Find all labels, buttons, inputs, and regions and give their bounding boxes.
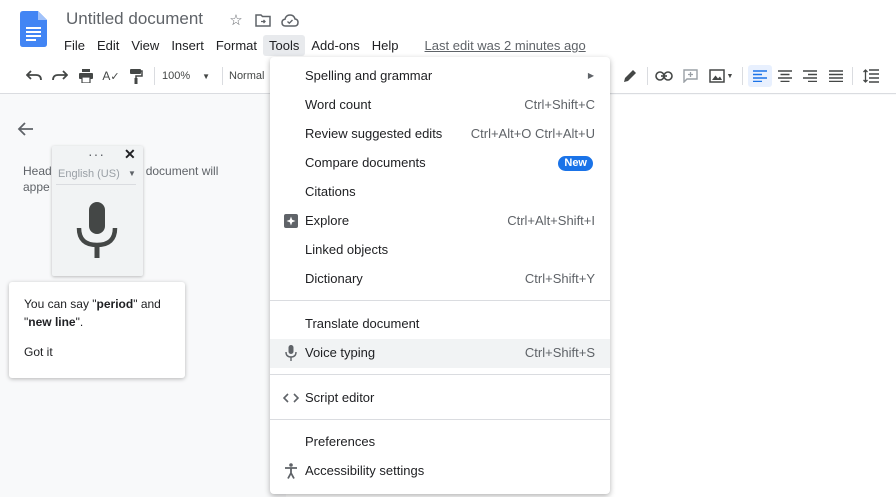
menu-item-label: Script editor (305, 390, 375, 405)
align-right-icon[interactable] (800, 66, 820, 86)
menu-item-label: Compare documents (305, 155, 426, 170)
microphone-icon (282, 344, 300, 362)
align-center-icon[interactable] (775, 66, 795, 86)
toolbar-divider (647, 67, 648, 85)
menu-item-spelling-grammar[interactable]: Spelling and grammar ▶ (270, 62, 610, 91)
new-badge: New (558, 156, 593, 171)
toolbar-divider (222, 67, 223, 85)
got-it-button[interactable]: Got it (24, 345, 53, 359)
menu-item-preferences[interactable]: Preferences (270, 428, 610, 457)
menu-item-label: Dictionary (305, 271, 363, 286)
image-icon[interactable]: ▼ (706, 66, 736, 86)
menu-item-voice-typing[interactable]: Voice typing Ctrl+Shift+S (270, 339, 610, 368)
menu-help[interactable]: Help (366, 35, 405, 56)
menu-item-label: Translate document (305, 316, 420, 331)
move-folder-icon[interactable] (253, 10, 273, 30)
menu-item-label: Linked objects (305, 242, 389, 257)
menu-item-dictionary[interactable]: Dictionary Ctrl+Shift+Y (270, 265, 610, 294)
zoom-select[interactable]: 100% ▼ (162, 66, 216, 86)
menu-item-label: Word count (305, 97, 372, 112)
menu-insert[interactable]: Insert (165, 35, 210, 56)
style-select[interactable]: Normal (229, 66, 269, 86)
document-title[interactable]: Untitled document (66, 9, 203, 29)
toolbar-divider (852, 67, 853, 85)
toolbar-divider (154, 67, 155, 85)
menu-item-script-editor[interactable]: Script editor (270, 384, 610, 413)
undo-icon[interactable] (24, 66, 44, 86)
menu-item-shortcut: Ctrl+Shift+C (524, 97, 595, 112)
submenu-arrow-icon: ▶ (587, 71, 594, 80)
line-spacing-icon[interactable] (860, 66, 882, 86)
tip-new-line: new line (28, 315, 76, 329)
menu-item-label: Citations (305, 184, 356, 199)
chevron-down-icon: ▼ (726, 72, 734, 80)
menu-item-label: Preferences (305, 434, 376, 449)
menu-item-shortcut: Ctrl+Alt+Shift+I (507, 213, 595, 228)
menu-file[interactable]: File (58, 35, 91, 56)
menu-format[interactable]: Format (210, 35, 263, 56)
menu-item-shortcut: Ctrl+Shift+S (524, 345, 595, 360)
menu-tools[interactable]: Tools (263, 34, 306, 56)
menu-item-label: Voice typing (305, 345, 376, 360)
close-icon[interactable]: ✕ (124, 146, 136, 163)
chevron-down-icon: ▼ (128, 169, 136, 178)
link-icon[interactable] (654, 66, 674, 86)
menu-divider (270, 374, 610, 375)
menu-bar: File Edit View Insert Format Tools Add-o… (58, 34, 586, 56)
menu-item-word-count[interactable]: Word count Ctrl+Shift+C (270, 91, 610, 120)
language-select[interactable]: English (US) (58, 168, 120, 180)
code-icon (282, 389, 300, 407)
menu-item-review-suggested-edits[interactable]: Review suggested edits Ctrl+Alt+O Ctrl+A… (270, 120, 610, 149)
menu-add-ons[interactable]: Add-ons (305, 35, 365, 56)
more-options-icon[interactable]: ··· (88, 146, 105, 162)
menu-item-accessibility-settings[interactable]: Accessibility settings (270, 457, 610, 486)
menu-item-label: Spelling and grammar (305, 68, 433, 83)
justify-icon[interactable] (826, 66, 846, 86)
menu-item-citations[interactable]: Citations (270, 178, 610, 207)
tip-prefix: You can say " (24, 297, 97, 311)
tip-period: period (96, 297, 134, 311)
redo-icon[interactable] (50, 66, 70, 86)
voice-typing-widget[interactable]: ··· ✕ English (US) ▼ (52, 146, 143, 276)
menu-edit[interactable]: Edit (91, 35, 125, 56)
menu-divider (270, 300, 610, 301)
star-icon[interactable]: ☆ (226, 10, 246, 30)
print-icon[interactable] (76, 66, 96, 86)
style-value: Normal (229, 70, 265, 82)
microphone-icon[interactable] (74, 202, 120, 260)
back-arrow-icon[interactable] (16, 119, 38, 141)
menu-item-shortcut: Ctrl+Shift+Y (524, 271, 595, 286)
edit-mode-icon[interactable] (620, 66, 640, 86)
outline-text-end: e document will (135, 164, 219, 178)
accessibility-icon (282, 462, 300, 480)
voice-typing-tooltip: You can say "period" and "new line". Got… (9, 282, 185, 378)
menu-item-label: Explore (305, 213, 350, 228)
menu-item-linked-objects[interactable]: Linked objects (270, 236, 610, 265)
last-edit-link[interactable]: Last edit was 2 minutes ago (425, 38, 586, 53)
outline-text-start: Head (23, 164, 52, 178)
menu-item-explore[interactable]: Explore Ctrl+Alt+Shift+I (270, 207, 610, 236)
outline-text-line2: appe (23, 180, 50, 194)
google-docs-logo-icon[interactable] (20, 11, 47, 47)
comment-icon[interactable] (680, 66, 700, 86)
align-left-icon[interactable] (748, 65, 772, 87)
cloud-status-icon[interactable] (280, 10, 300, 30)
menu-view[interactable]: View (125, 35, 165, 56)
zoom-value: 100% (162, 70, 191, 82)
paint-format-icon[interactable] (126, 66, 146, 86)
language-underline (56, 184, 136, 185)
tooltip-text: You can say "period" and "new line". (24, 295, 174, 331)
menu-item-compare-documents[interactable]: Compare documents New (270, 149, 610, 178)
explore-icon (282, 212, 300, 230)
menu-divider (270, 419, 610, 420)
spellcheck-icon[interactable]: A ✓ (101, 66, 121, 86)
tools-dropdown-menu: Spelling and grammar ▶ Word count Ctrl+S… (270, 57, 610, 494)
tip-suffix: ". (75, 315, 84, 329)
menu-item-label: Accessibility settings (305, 463, 425, 478)
chevron-down-icon: ▼ (202, 71, 211, 81)
menu-item-shortcut: Ctrl+Alt+O Ctrl+Alt+U (470, 126, 595, 141)
menu-item-label: Review suggested edits (305, 126, 443, 141)
toolbar-divider (742, 67, 743, 85)
menu-item-translate-document[interactable]: Translate document (270, 310, 610, 339)
